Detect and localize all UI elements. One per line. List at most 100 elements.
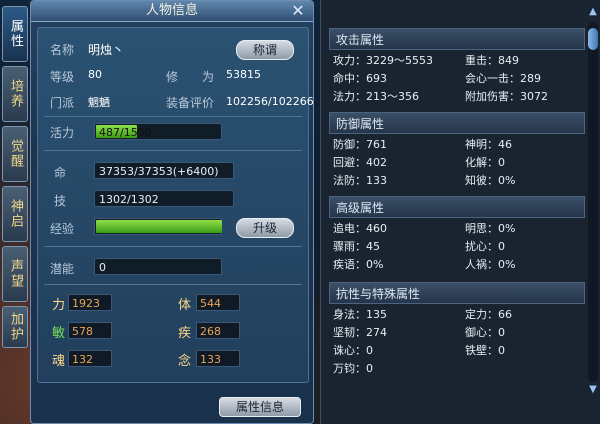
name-value: 明烛丶 — [88, 43, 125, 57]
tab-label: 加护 — [8, 312, 23, 342]
stat-item: 明思：0% — [465, 222, 516, 235]
side-tab-bar: 属性 培养 觉醒 神启 声望 加护 — [2, 6, 28, 352]
level-value: 80 — [88, 68, 102, 81]
tab-divine[interactable]: 神启 — [2, 186, 28, 242]
attr-soul-label: 魂 — [52, 354, 66, 369]
skill-label: 技 — [54, 194, 67, 208]
stat-item: 防御：761 — [333, 138, 387, 151]
tab-training[interactable]: 培养 — [2, 66, 28, 122]
stat-item: 疾语：0% — [333, 258, 384, 271]
cultivation-value: 53815 — [226, 68, 261, 81]
vitality-label: 活力 — [50, 126, 75, 140]
divider — [44, 150, 302, 151]
stat-row: 身法：135 定力：66 — [329, 304, 585, 322]
stat-item: 御心：0 — [465, 326, 505, 339]
stat-item: 知彼：0% — [465, 174, 516, 187]
close-icon[interactable]: ✕ — [289, 2, 307, 20]
attr-mind-label: 念 — [178, 354, 192, 369]
scrollbar-track[interactable] — [588, 22, 598, 382]
equip-label: 装备评价 — [166, 96, 215, 110]
vitality-value: 487/1500 — [99, 126, 152, 139]
tab-label: 神启 — [8, 199, 23, 229]
stat-row: 坚韧：274 御心：0 — [329, 322, 585, 340]
stat-row: 万钧：0 — [329, 358, 585, 376]
divider — [44, 116, 302, 117]
tab-blessing[interactable]: 加护 — [2, 306, 28, 348]
potential-field: 0 — [94, 258, 222, 275]
stat-item: 身法：135 — [333, 308, 387, 321]
tab-attributes[interactable]: 属性 — [2, 6, 28, 62]
stat-item: 定力：66 — [465, 308, 512, 321]
upgrade-button[interactable]: 升级 — [236, 218, 294, 238]
stat-item: 化解：0 — [465, 156, 505, 169]
section-defense: 防御属性 防御：761 神明：46 回避：402 化解：0 法防：133 知彼：… — [329, 112, 585, 188]
life-label: 命 — [54, 166, 67, 180]
stat-item: 万钧：0 — [333, 362, 373, 375]
level-label: 等级 — [50, 70, 75, 84]
stat-row: 法防：133 知彼：0% — [329, 170, 585, 188]
cultivation-label: 修 为 — [166, 70, 215, 84]
stat-row: 疾语：0% 人祸：0% — [329, 254, 585, 272]
section-resistance: 抗性与特殊属性 身法：135 定力：66 坚韧：274 御心：0 诛心：0 铁壁… — [329, 282, 585, 376]
stat-item: 法力：213～356 — [333, 90, 419, 103]
section-title[interactable]: 抗性与特殊属性 — [329, 282, 585, 304]
stat-item: 坚韧：274 — [333, 326, 387, 339]
stat-row: 诛心：0 铁壁：0 — [329, 340, 585, 358]
tab-label: 培养 — [8, 79, 23, 109]
stat-row: 防御：761 神明：46 — [329, 134, 585, 152]
window-title: 人物信息 — [31, 1, 313, 22]
exp-fill — [96, 220, 222, 233]
sect-value: 魍魉 — [88, 96, 110, 109]
profile-box: 名称 明烛丶 称谓 等级 80 修 为 53815 门派 魍魉 装备评价 102… — [37, 27, 314, 383]
tab-label: 声望 — [8, 259, 23, 289]
rename-button[interactable]: 称谓 — [236, 40, 294, 60]
stat-item: 会心一击：289 — [465, 72, 541, 85]
attr-speed-label: 疾 — [178, 326, 192, 341]
equip-value: 102256/102266 — [226, 95, 314, 108]
stat-item: 骤雨：45 — [333, 240, 380, 253]
tab-awakening[interactable]: 觉醒 — [2, 126, 28, 182]
section-advanced: 高级属性 追电：460 明思：0% 骤雨：45 扰心：0 疾语：0% 人祸：0% — [329, 196, 585, 272]
attr-body-label: 体 — [178, 298, 192, 313]
stat-item: 扰心：0 — [465, 240, 505, 253]
section-title[interactable]: 攻击属性 — [329, 28, 585, 50]
stat-row: 回避：402 化解：0 — [329, 152, 585, 170]
tab-reputation[interactable]: 声望 — [2, 246, 28, 302]
stat-item: 诛心：0 — [333, 344, 373, 357]
stat-row: 追电：460 明思：0% — [329, 218, 585, 236]
attr-agility-label: 敏 — [52, 326, 66, 341]
stat-item: 追电：460 — [333, 222, 387, 235]
attr-mind-value: 133 — [196, 350, 240, 367]
stat-row: 法力：213～356 附加伤害：3072 — [329, 86, 585, 104]
scrollbar-thumb[interactable] — [588, 28, 598, 50]
exp-label: 经验 — [50, 222, 75, 236]
stat-item: 人祸：0% — [465, 258, 516, 271]
section-attack: 攻击属性 攻力：3229～5553 重击：849 命中：693 会心一击：289… — [329, 28, 585, 104]
stat-item: 法防：133 — [333, 174, 387, 187]
exp-bar — [94, 218, 222, 235]
stat-row: 攻力：3229～5553 重击：849 — [329, 50, 585, 68]
attribute-info-button[interactable]: 属性信息 — [219, 397, 301, 417]
stat-item: 附加伤害：3072 — [465, 90, 548, 103]
stat-row: 骤雨：45 扰心：0 — [329, 236, 585, 254]
tab-label: 觉醒 — [8, 139, 23, 169]
sect-label: 门派 — [50, 96, 75, 110]
stat-item: 铁壁：0 — [465, 344, 505, 357]
chevron-up-icon[interactable]: ▲ — [587, 6, 599, 18]
stat-item: 重击：849 — [465, 54, 519, 67]
stat-row: 命中：693 会心一击：289 — [329, 68, 585, 86]
stat-item: 神明：46 — [465, 138, 512, 151]
section-title[interactable]: 防御属性 — [329, 112, 585, 134]
attr-agility-value: 578 — [68, 322, 112, 339]
potential-label: 潜能 — [50, 262, 75, 276]
stat-item: 攻力：3229～5553 — [333, 54, 433, 67]
chevron-down-icon[interactable]: ▼ — [587, 384, 599, 396]
life-field: 37353/37353(+6400) — [94, 162, 234, 179]
character-info-panel: 人物信息 ✕ 名称 明烛丶 称谓 等级 80 修 为 53815 门派 魍魉 装… — [30, 0, 314, 424]
name-label: 名称 — [50, 43, 75, 57]
divider — [44, 246, 302, 247]
stat-item: 命中：693 — [333, 72, 387, 85]
tab-label: 属性 — [8, 19, 23, 49]
section-title[interactable]: 高级属性 — [329, 196, 585, 218]
vitality-bar: 487/1500 — [94, 123, 222, 140]
